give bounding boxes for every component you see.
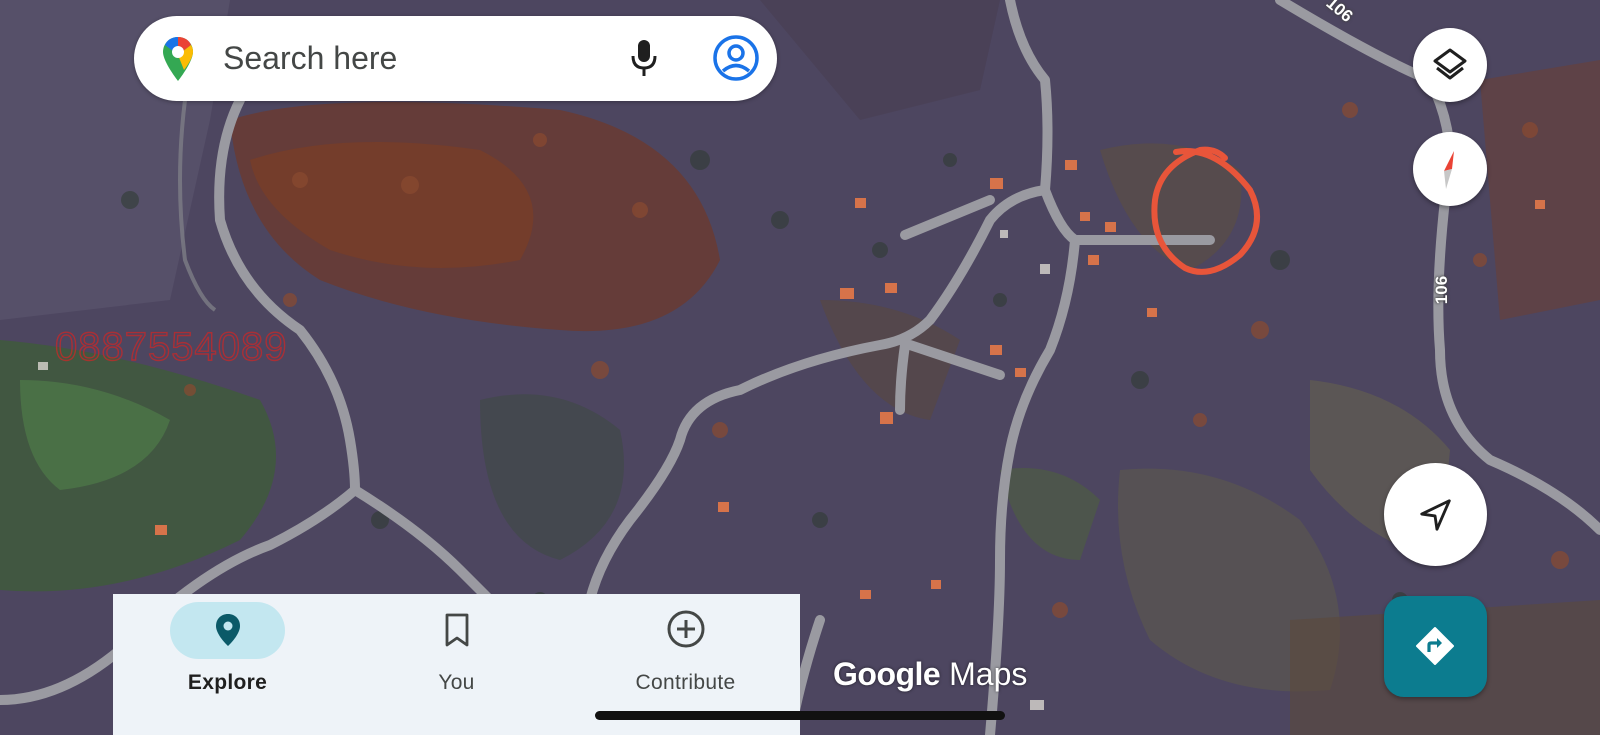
road-label-106-right: 106 xyxy=(1432,275,1452,305)
layers-icon xyxy=(1433,48,1467,80)
directions-icon xyxy=(1416,627,1454,665)
brand-google: Google xyxy=(833,656,941,692)
nav-item-you[interactable]: You xyxy=(342,594,571,735)
navigation-arrow-icon xyxy=(1420,499,1451,531)
compass-button[interactable] xyxy=(1413,132,1487,206)
search-bar[interactable]: Search here xyxy=(134,16,777,101)
pin-icon xyxy=(216,614,240,646)
nav-label-you: You xyxy=(438,671,475,694)
layers-button[interactable] xyxy=(1413,28,1487,102)
nav-item-explore[interactable]: Explore xyxy=(113,594,342,735)
brand-maps: Maps xyxy=(949,656,1028,692)
phone-number-watermark: 0887554089 xyxy=(54,324,288,369)
bookmark-icon xyxy=(445,613,469,647)
nav-label-contribute: Contribute xyxy=(635,671,736,694)
directions-button[interactable] xyxy=(1384,596,1487,697)
compass-icon xyxy=(1444,151,1454,189)
account-icon[interactable] xyxy=(712,34,760,82)
nav-label-explore: Explore xyxy=(187,671,268,694)
google-maps-logo: Google Maps xyxy=(833,656,1027,693)
home-indicator[interactable] xyxy=(595,711,1005,720)
my-location-button[interactable] xyxy=(1384,463,1487,566)
google-maps-pin-icon xyxy=(163,37,193,81)
microphone-icon[interactable] xyxy=(629,38,659,80)
plus-circle-icon xyxy=(667,610,705,648)
search-input[interactable]: Search here xyxy=(223,40,397,77)
